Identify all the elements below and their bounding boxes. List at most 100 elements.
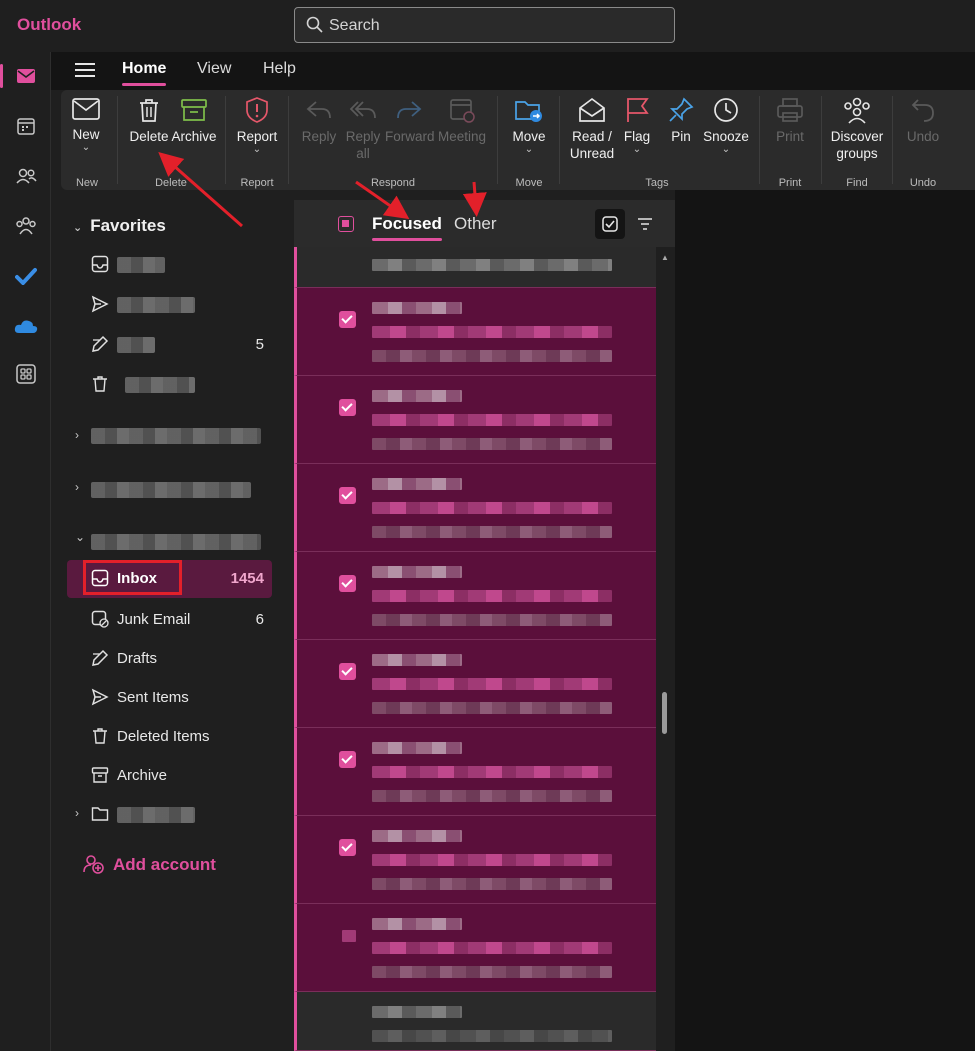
message-checkbox[interactable]	[339, 839, 356, 856]
archive-box-icon	[91, 767, 109, 783]
onedrive-app-button[interactable]	[0, 306, 51, 346]
redacted-message-text	[372, 502, 612, 514]
chevron-right-icon[interactable]: ›	[75, 480, 79, 494]
meeting-button[interactable]: Meeting	[437, 96, 487, 145]
select-all-checkbox[interactable]	[338, 216, 354, 232]
redacted-account[interactable]	[91, 482, 251, 498]
selection-mode-button[interactable]	[595, 209, 625, 239]
favorite-folder[interactable]	[67, 286, 272, 322]
chevron-right-icon[interactable]: ›	[75, 428, 79, 442]
message-row[interactable]	[294, 464, 656, 552]
message-checkbox[interactable]	[339, 311, 356, 328]
ribbon-separator	[821, 96, 822, 184]
message-checkbox[interactable]	[339, 663, 356, 680]
scrollbar-thumb[interactable]	[662, 692, 667, 734]
reply-button[interactable]: Reply	[299, 96, 339, 145]
redacted-message-text	[372, 614, 612, 626]
message-row[interactable]	[294, 640, 656, 728]
print-button[interactable]: Print	[771, 96, 809, 145]
tab-view[interactable]: View	[197, 60, 231, 78]
groups-app-button[interactable]	[0, 206, 51, 246]
pin-button[interactable]: Pin	[665, 96, 697, 145]
chevron-down-icon[interactable]: ⌄	[75, 530, 85, 544]
favorite-folder[interactable]	[67, 246, 272, 282]
drafts-pencil-icon	[92, 335, 109, 352]
filter-icon	[638, 218, 652, 230]
chevron-down-icon: ⌄	[721, 144, 731, 155]
redacted-message-text	[372, 766, 612, 778]
report-button[interactable]: Report ⌄	[234, 96, 280, 155]
ribbon-separator	[288, 96, 289, 184]
folder-sent-items[interactable]: Sent Items	[67, 679, 272, 715]
move-button[interactable]: Move ⌄	[509, 96, 549, 155]
clock-icon	[714, 98, 738, 122]
message-row[interactable]	[294, 904, 656, 992]
message-row[interactable]	[294, 728, 656, 816]
new-button[interactable]: New ⌄	[69, 96, 103, 153]
tab-home[interactable]: Home	[122, 60, 167, 86]
reply-all-button[interactable]: Reply all	[343, 96, 383, 162]
group-label-undo: Undo	[909, 177, 937, 189]
folder-junk-email[interactable]: Junk Email 6	[67, 601, 272, 637]
tab-other[interactable]: Other	[454, 214, 497, 234]
people-icon	[15, 168, 37, 184]
todo-app-button[interactable]	[0, 256, 51, 296]
message-row[interactable]	[294, 816, 656, 904]
onedrive-cloud-icon	[14, 320, 37, 333]
annotation-highlight-box	[83, 560, 182, 595]
search-input[interactable]: Search	[329, 17, 380, 35]
app-rail	[0, 52, 51, 1051]
redacted-account[interactable]	[91, 428, 261, 444]
redacted-message-text	[372, 878, 612, 890]
chevron-down-icon: ⌄	[81, 142, 91, 153]
folder-icon	[91, 807, 109, 821]
archive-button[interactable]: Archive	[171, 96, 217, 145]
redacted-message-text	[372, 390, 462, 402]
group-label-respond: Respond	[370, 177, 416, 189]
scroll-up-arrow-icon[interactable]: ▲	[661, 253, 669, 262]
redacted-account[interactable]	[91, 534, 261, 550]
hamburger-menu-icon[interactable]	[75, 62, 95, 78]
calendar-app-button[interactable]	[0, 106, 51, 146]
check-square-icon	[602, 216, 618, 232]
more-apps-button[interactable]	[0, 354, 51, 394]
undo-button[interactable]: Undo	[904, 96, 942, 145]
group-label-delete: Delete	[155, 177, 187, 189]
read-unread-button[interactable]: Read / Unread	[567, 96, 617, 162]
message-row[interactable]	[294, 376, 656, 464]
people-app-button[interactable]	[0, 156, 51, 196]
message-row[interactable]	[294, 552, 656, 640]
chevron-down-icon: ⌄	[73, 222, 83, 234]
message-checkbox[interactable]	[339, 751, 356, 768]
favorites-header[interactable]: ⌄ Favorites	[73, 216, 166, 236]
open-envelope-icon	[579, 97, 605, 122]
favorite-folder[interactable]	[67, 366, 272, 402]
folder-deleted-items[interactable]: Deleted Items	[67, 718, 272, 754]
snooze-button[interactable]: Snooze ⌄	[701, 96, 751, 155]
tab-focused[interactable]: Focused	[372, 214, 442, 241]
chevron-down-icon: ⌄	[252, 144, 262, 155]
ribbon-separator	[117, 96, 118, 184]
delete-button[interactable]: Delete	[128, 96, 170, 145]
folder-drafts[interactable]: Drafts	[67, 640, 272, 676]
redacted-text	[117, 807, 195, 823]
filter-button[interactable]	[630, 209, 660, 239]
tab-help[interactable]: Help	[263, 60, 296, 78]
folder-archive[interactable]: Archive	[67, 757, 272, 793]
search-box[interactable]: Search	[294, 7, 675, 43]
message-checkbox[interactable]	[339, 487, 356, 504]
favorite-folder[interactable]: 5	[67, 326, 272, 362]
message-row[interactable]	[294, 247, 656, 288]
discover-groups-button[interactable]: Discover groups	[827, 96, 887, 162]
group-label-tags: Tags	[645, 177, 669, 189]
flag-button[interactable]: Flag ⌄	[621, 96, 653, 155]
group-label-new: New	[75, 177, 98, 189]
message-checkbox[interactable]	[339, 575, 356, 592]
mail-app-button[interactable]	[0, 56, 51, 96]
forward-button[interactable]: Forward	[385, 96, 435, 145]
folder-collapsed[interactable]	[67, 796, 272, 832]
message-checkbox[interactable]	[339, 399, 356, 416]
add-account-link[interactable]: Add account	[83, 854, 216, 875]
message-row[interactable]	[294, 288, 656, 376]
message-row[interactable]	[294, 992, 656, 1051]
